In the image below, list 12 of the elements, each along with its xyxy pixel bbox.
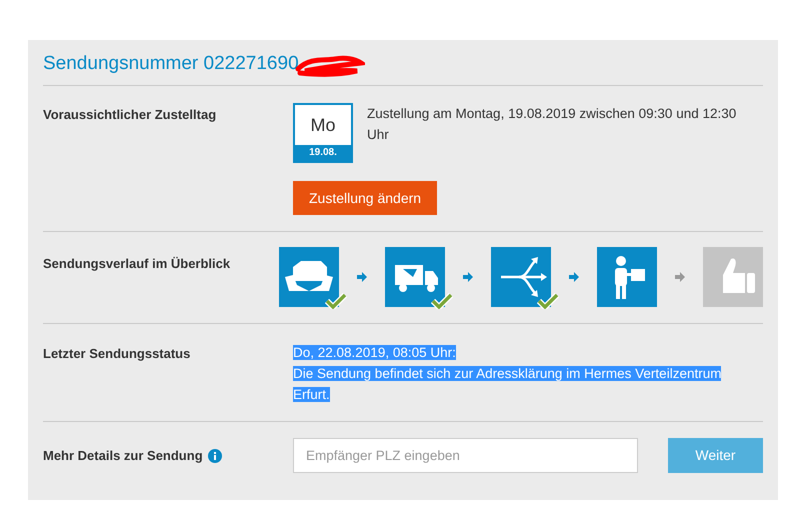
delivery-window-text: Zustellung am Montag, 19.08.2019 zwischen 09:30 und 12:30 Uhr <box>367 105 738 144</box>
tracking-number-title: Sendungsnummer 022271690 <box>43 52 299 76</box>
section-label: Letzter Sendungsstatus <box>43 346 190 361</box>
info-icon[interactable] <box>208 448 222 462</box>
section-label: Sendungsverlauf im Überblick <box>43 256 230 271</box>
status-text: Do, 22.08.2019, 08:05 Uhr: Die Sendung befindet sich zur Adressklärung im Hermes Verteilzentrum Erfurt. <box>293 344 722 404</box>
change-delivery-button[interactable]: Zustellung ändern <box>293 181 438 215</box>
postal-code-field[interactable]: Empfänger PLZ eingeben <box>293 438 638 473</box>
continue-button[interactable]: Weiter <box>668 438 763 473</box>
calendar-day-badge: Mo 19.08. <box>293 103 353 163</box>
section-label: Mehr Details zur Sendung <box>43 446 203 465</box>
section-label: Voraussichtlicher Zustelltag <box>43 107 216 122</box>
